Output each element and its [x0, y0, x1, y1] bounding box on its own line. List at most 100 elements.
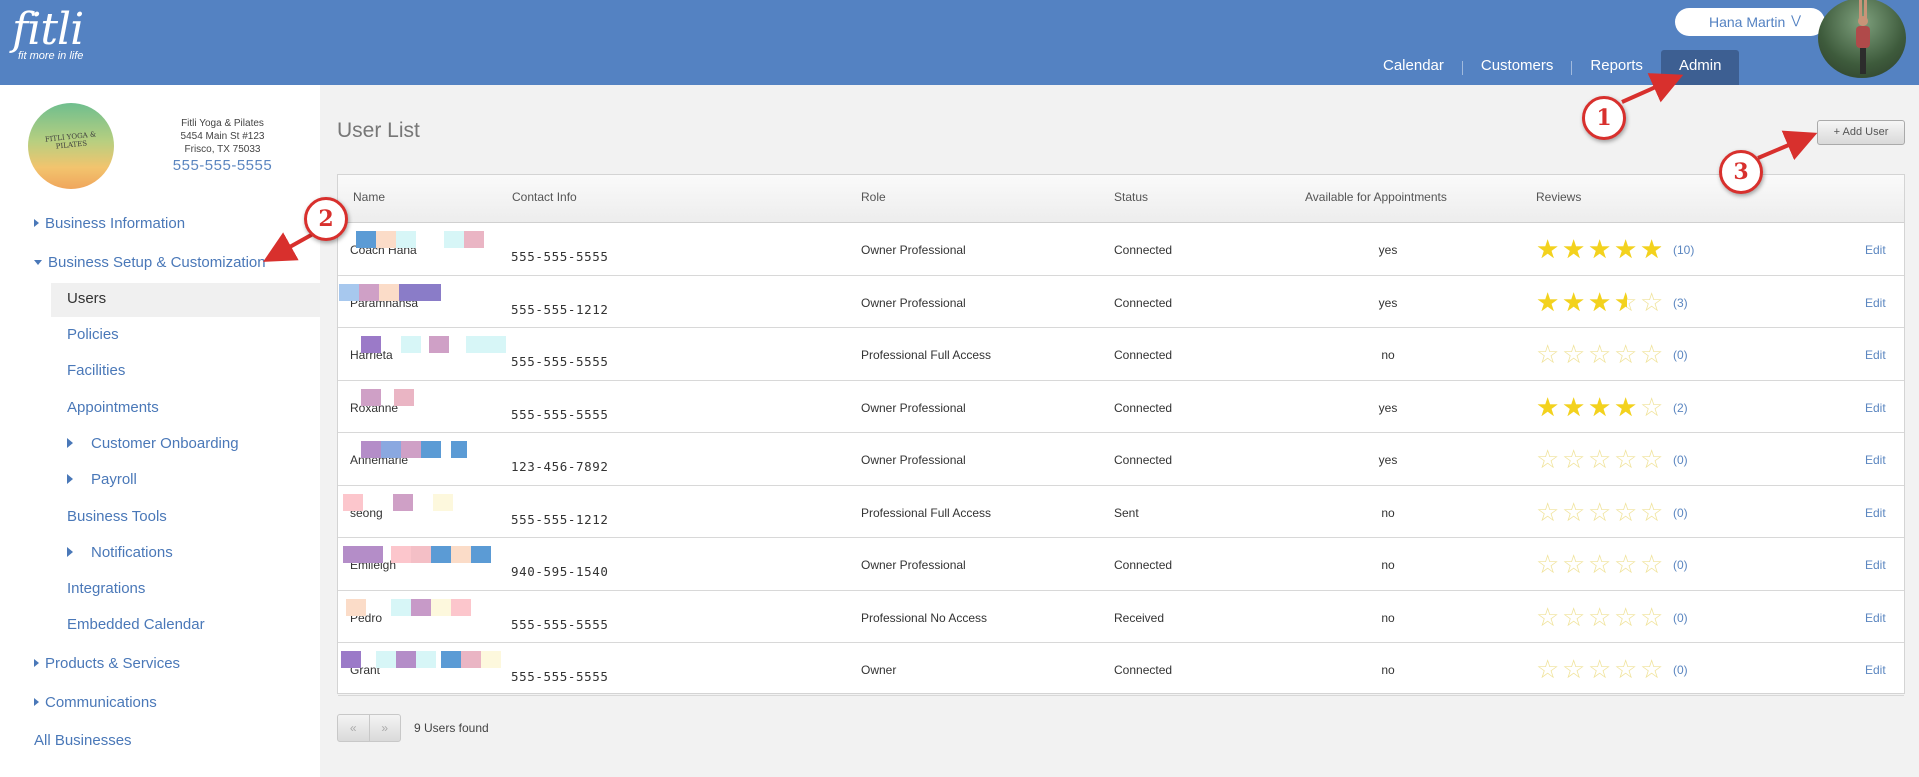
edit-link[interactable]: Edit [1865, 348, 1886, 362]
review-count[interactable]: (0) [1673, 663, 1688, 677]
cell-available: yes [1378, 243, 1398, 257]
add-user-button[interactable]: + Add User [1817, 120, 1905, 145]
star-icon: ☆★ [1640, 234, 1664, 264]
star-icon: ☆★ [1640, 339, 1664, 369]
review-count[interactable]: (2) [1673, 401, 1688, 415]
cell-role: Professional Full Access [861, 348, 992, 362]
nav-admin[interactable]: Admin [1660, 50, 1740, 85]
star-icon: ☆★ [1562, 654, 1586, 684]
caret-right-icon [34, 219, 39, 228]
star-icon: ☆★ [1640, 391, 1664, 422]
sidebar-item-payroll[interactable]: Payroll [67, 471, 137, 488]
star-icon: ☆★ [1588, 286, 1612, 317]
rating-stars: ☆★☆★☆★☆★☆★ [1536, 341, 1666, 367]
sidebar-item-label: Communications [45, 694, 157, 711]
star-icon: ☆★ [1614, 601, 1638, 632]
edit-link[interactable]: Edit [1865, 558, 1886, 572]
caret-right-icon [67, 438, 73, 449]
sidebar-item-all-businesses[interactable]: All Businesses [34, 732, 132, 749]
star-icon: ☆★ [1562, 496, 1586, 527]
pagination: « » [337, 714, 401, 742]
review-count[interactable]: (10) [1673, 243, 1694, 257]
nav-reports[interactable]: Reports [1572, 50, 1661, 85]
caret-right-icon [34, 659, 39, 668]
caret-right-icon [67, 474, 73, 485]
star-icon: ☆★ [1588, 339, 1612, 369]
cell-available: no [1381, 505, 1395, 520]
star-icon: ☆★ [1562, 286, 1586, 317]
cell-available: no [1381, 348, 1395, 362]
sidebar-item-customer-onboarding[interactable]: Customer Onboarding [67, 435, 239, 452]
sidebar-item-embedded-calendar[interactable]: Embedded Calendar [67, 616, 205, 633]
edit-link[interactable]: Edit [1865, 506, 1886, 520]
column-header-name[interactable]: Name [353, 190, 385, 204]
column-header-available[interactable]: Available for Appointments [1305, 190, 1447, 204]
cell-phone: 555-555-5555 [511, 616, 609, 632]
sidebar: FITLI YOGA & PILATES Fitli Yoga & Pilate… [0, 85, 320, 777]
cell-status: Received [1114, 610, 1165, 625]
column-header-status[interactable]: Status [1114, 190, 1148, 204]
review-count[interactable]: (0) [1673, 348, 1688, 362]
star-icon: ☆★ [1536, 654, 1560, 684]
edit-link[interactable]: Edit [1865, 296, 1886, 310]
nav-calendar[interactable]: Calendar [1365, 50, 1462, 85]
sidebar-item-integrations[interactable]: Integrations [67, 580, 145, 597]
review-count[interactable]: (0) [1673, 558, 1688, 572]
edit-link[interactable]: Edit [1865, 453, 1886, 467]
cell-phone: 555-555-1212 [511, 511, 609, 527]
review-count[interactable]: (3) [1673, 296, 1688, 310]
rating-stars: ☆★☆★☆★☆★☆★ [1536, 394, 1666, 420]
star-icon: ☆★ [1588, 601, 1612, 632]
star-icon: ☆★ [1536, 549, 1560, 579]
sidebar-item-business-information[interactable]: Business Information [34, 215, 185, 232]
sidebar-item-label: Business Information [45, 215, 186, 232]
cell-available: no [1381, 558, 1395, 572]
top-header: fitli fit more in life Hana Martin ⋁ Cal… [0, 0, 1919, 85]
sidebar-item-communications[interactable]: Communications [34, 694, 157, 711]
review-count[interactable]: (0) [1673, 506, 1688, 520]
nav-customers[interactable]: Customers [1463, 50, 1572, 85]
pager-prev-button[interactable]: « [338, 715, 369, 741]
edit-link[interactable]: Edit [1865, 611, 1886, 625]
avatar[interactable] [1818, 0, 1906, 78]
pager-next-button[interactable]: » [368, 715, 401, 741]
cell-phone: 940-595-1540 [511, 564, 609, 579]
sidebar-item-notifications[interactable]: Notifications [67, 544, 173, 561]
chevron-down-icon: ⋁ [1791, 13, 1801, 27]
column-header-reviews[interactable]: Reviews [1536, 190, 1581, 204]
table-row: Harrieta 555-555-5555 Professional Full Ac… [338, 328, 1904, 381]
sidebar-item-business-tools[interactable]: Business Tools [67, 508, 167, 525]
user-menu[interactable]: Hana Martin ⋁ [1675, 8, 1825, 36]
cell-phone: 555-555-5555 [511, 354, 609, 369]
star-icon: ☆★ [1614, 286, 1638, 317]
review-count[interactable]: (0) [1673, 611, 1688, 625]
review-count[interactable]: (0) [1673, 453, 1688, 467]
sidebar-item-facilities[interactable]: Facilities [67, 362, 125, 379]
star-icon: ☆★ [1614, 549, 1638, 579]
edit-link[interactable]: Edit [1865, 663, 1886, 677]
rating-stars: ☆★☆★☆★☆★☆★ [1536, 551, 1666, 577]
star-icon: ☆★ [1562, 601, 1586, 632]
sidebar-item-products-services[interactable]: Products & Services [34, 655, 180, 672]
star-icon: ☆★ [1536, 286, 1560, 317]
sidebar-item-label: Business Setup & Customization [48, 254, 266, 271]
user-name: Hana Martin [1709, 14, 1786, 30]
sidebar-item-business-setup[interactable]: Business Setup & Customization [34, 254, 266, 271]
column-header-contact[interactable]: Contact Info [512, 190, 577, 204]
edit-link[interactable]: Edit [1865, 243, 1886, 257]
star-icon: ☆★ [1640, 654, 1664, 684]
cell-status: Connected [1114, 243, 1173, 257]
cell-phone: 555-555-5555 [511, 406, 609, 422]
sidebar-item-users[interactable]: Users [67, 290, 106, 307]
column-header-role[interactable]: Role [861, 190, 886, 204]
star-icon: ☆★ [1588, 391, 1612, 422]
edit-link[interactable]: Edit [1865, 401, 1886, 415]
sidebar-item-policies[interactable]: Policies [67, 326, 119, 343]
rating-stars: ☆★☆★☆★☆★☆★ [1536, 289, 1666, 315]
cell-role: Owner [861, 663, 897, 677]
sidebar-item-appointments[interactable]: Appointments [67, 399, 159, 416]
cell-available: yes [1378, 400, 1398, 415]
star-icon: ☆★ [1588, 549, 1612, 579]
fitli-logo[interactable]: fitli fit more in life [12, 6, 84, 63]
cell-available: yes [1378, 453, 1398, 467]
